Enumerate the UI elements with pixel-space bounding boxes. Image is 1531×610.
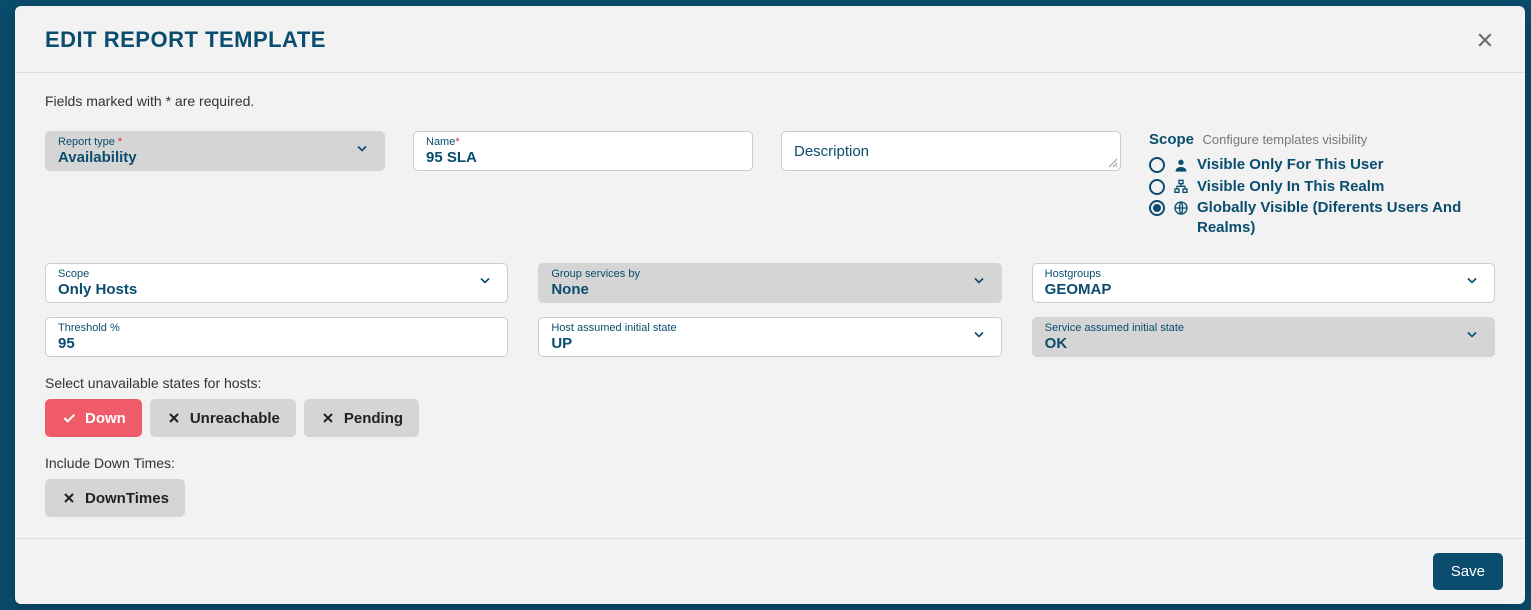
required-fields-note: Fields marked with * are required. [45, 93, 1495, 109]
unavailable-states-label: Select unavailable states for hosts: [45, 375, 1495, 391]
x-icon [320, 410, 336, 426]
user-icon [1173, 157, 1189, 173]
close-button[interactable] [1471, 26, 1499, 54]
x-icon [166, 410, 182, 426]
threshold-value: 95 [58, 335, 495, 353]
report-type-value: Availability [58, 149, 372, 167]
x-icon [61, 490, 77, 506]
name-value: 95 SLA [426, 149, 740, 167]
form-row-1: Report type * Availability Name* 95 SLA … [45, 131, 1495, 239]
modal-footer: Save [15, 538, 1525, 604]
include-downtimes-label: Include Down Times: [45, 455, 1495, 471]
group-services-by-label: Group services by [551, 269, 988, 280]
close-icon [1475, 30, 1495, 50]
description-placeholder: Description [794, 143, 1108, 161]
scope-option-label: Visible Only In This Realm [1197, 177, 1495, 197]
radio-icon [1149, 179, 1165, 195]
scope-heading-row: Scope Configure templates visibility [1149, 131, 1495, 149]
downtimes-chips: DownTimes [45, 479, 1495, 517]
chip-pending[interactable]: Pending [304, 399, 419, 437]
group-services-by-select[interactable]: Group services by None [538, 263, 1001, 303]
tree-icon [1173, 179, 1189, 195]
check-icon [61, 410, 77, 426]
scope-select[interactable]: Scope Only Hosts [45, 263, 508, 303]
chip-label: DownTimes [85, 490, 169, 507]
save-button[interactable]: Save [1433, 553, 1503, 590]
scope-option-label: Visible Only For This User [1197, 155, 1495, 175]
chip-down[interactable]: Down [45, 399, 142, 437]
host-initial-state-value: UP [551, 335, 988, 353]
hostgroups-select[interactable]: Hostgroups GEOMAP [1032, 263, 1495, 303]
radio-icon [1149, 200, 1165, 216]
form-row-2: Scope Only Hosts Group services by None … [45, 263, 1495, 303]
resize-grip-icon [1108, 158, 1118, 168]
modal-body: Fields marked with * are required. Repor… [15, 73, 1525, 538]
chip-downtimes[interactable]: DownTimes [45, 479, 185, 517]
globe-icon [1173, 200, 1189, 216]
name-field[interactable]: Name* 95 SLA [413, 131, 753, 171]
host-initial-state-select[interactable]: Host assumed initial state UP [538, 317, 1001, 357]
report-type-select[interactable]: Report type * Availability [45, 131, 385, 171]
scope-select-label: Scope [58, 269, 495, 280]
host-initial-state-label: Host assumed initial state [551, 323, 988, 334]
modal-title: EDIT REPORT TEMPLATE [45, 27, 326, 53]
scope-option-global[interactable]: Globally Visible (Diferents Users And Re… [1149, 198, 1495, 237]
chip-label: Down [85, 410, 126, 427]
hostgroups-value: GEOMAP [1045, 281, 1482, 299]
scope-option-user[interactable]: Visible Only For This User [1149, 155, 1495, 175]
scope-heading: Scope [1149, 131, 1194, 148]
scope-visibility-block: Scope Configure templates visibility Vis… [1149, 131, 1495, 239]
chip-label: Unreachable [190, 410, 280, 427]
scope-radio-list: Visible Only For This User Visible Only … [1149, 155, 1495, 237]
scope-option-label: Globally Visible (Diferents Users And Re… [1197, 198, 1495, 237]
service-initial-state-select[interactable]: Service assumed initial state OK [1032, 317, 1495, 357]
group-services-by-value: None [551, 281, 988, 299]
radio-icon [1149, 157, 1165, 173]
hostgroups-label: Hostgroups [1045, 269, 1482, 280]
service-initial-state-value: OK [1045, 335, 1482, 353]
threshold-field[interactable]: Threshold % 95 [45, 317, 508, 357]
description-field[interactable]: Description [781, 131, 1121, 171]
scope-select-value: Only Hosts [58, 281, 495, 299]
edit-report-template-modal: EDIT REPORT TEMPLATE Fields marked with … [15, 6, 1525, 604]
scope-subheading: Configure templates visibility [1202, 132, 1367, 147]
threshold-label: Threshold % [58, 323, 495, 334]
chip-unreachable[interactable]: Unreachable [150, 399, 296, 437]
form-row-3: Threshold % 95 Host assumed initial stat… [45, 317, 1495, 357]
chip-label: Pending [344, 410, 403, 427]
modal-header: EDIT REPORT TEMPLATE [15, 6, 1525, 73]
scope-option-realm[interactable]: Visible Only In This Realm [1149, 177, 1495, 197]
unavailable-states-chips: Down Unreachable Pending [45, 399, 1495, 437]
name-label: Name* [426, 137, 740, 148]
service-initial-state-label: Service assumed initial state [1045, 323, 1482, 334]
report-type-label: Report type * [58, 137, 372, 148]
